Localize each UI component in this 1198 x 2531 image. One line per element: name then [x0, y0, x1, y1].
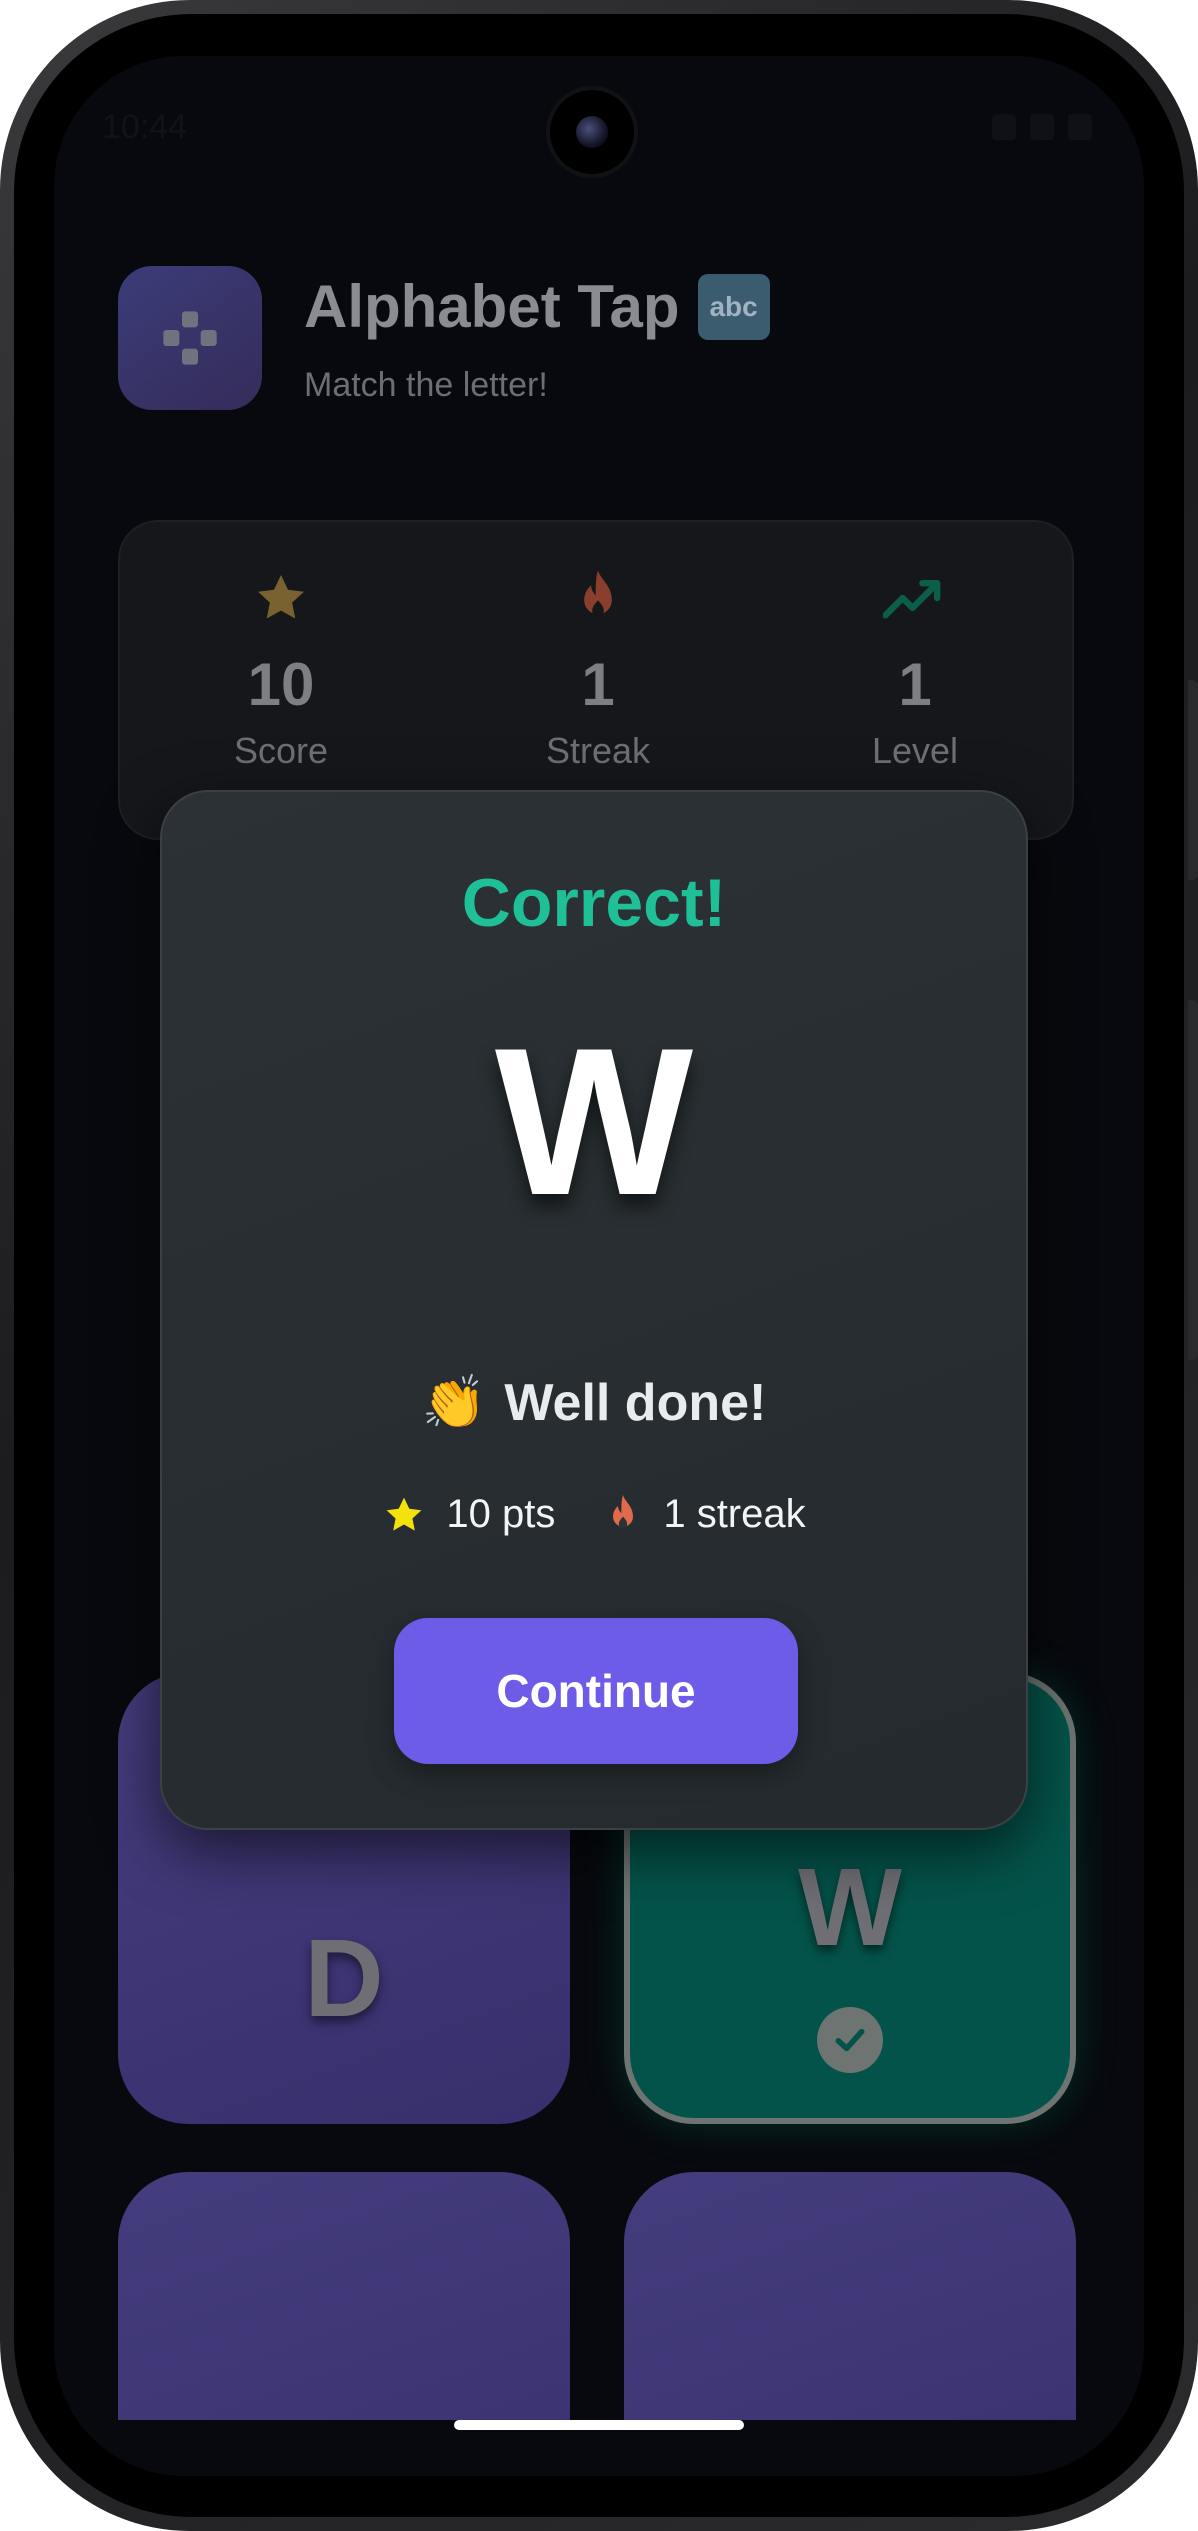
dialog-message-text: Well done! [504, 1373, 767, 1432]
volume-button [1188, 680, 1198, 880]
phone-frame: 10:44 Alphabet Tap abc Match the letter! [0, 0, 1198, 2531]
dialog-title: Correct! [461, 865, 727, 941]
tile-letter: D [304, 1916, 384, 2040]
streak-text: 1 streak [663, 1492, 806, 1536]
dialog-letter: W [494, 1004, 694, 1239]
dialog-message: 👏 Well done! [162, 1372, 1026, 1433]
continue-button[interactable]: Continue [394, 1618, 798, 1764]
home-indicator[interactable] [454, 2420, 744, 2430]
flame-icon [613, 1494, 634, 1528]
points-text: 10 pts [446, 1492, 556, 1536]
letter-tile-m[interactable]: M [624, 2172, 1076, 2420]
dialog-stats: 10 pts 1 streak [162, 1492, 1026, 1537]
tile-letter: X [307, 2405, 380, 2421]
check-circle-icon [817, 2006, 883, 2073]
tile-letter: W [798, 1845, 902, 1969]
screen: 10:44 Alphabet Tap abc Match the letter! [54, 56, 1144, 2476]
clapping-hands-icon: 👏 [421, 1374, 487, 1432]
letter-tile-x[interactable]: X [118, 2172, 570, 2420]
result-dialog: Correct! W 👏 Well done! 10 pts 1 streak … [160, 790, 1028, 1830]
star-icon [386, 1497, 422, 1531]
tile-letter: M [804, 2405, 896, 2421]
dialog-streak: 1 streak [603, 1492, 806, 1537]
power-button [1188, 1000, 1198, 1360]
dialog-points: 10 pts [382, 1492, 555, 1537]
